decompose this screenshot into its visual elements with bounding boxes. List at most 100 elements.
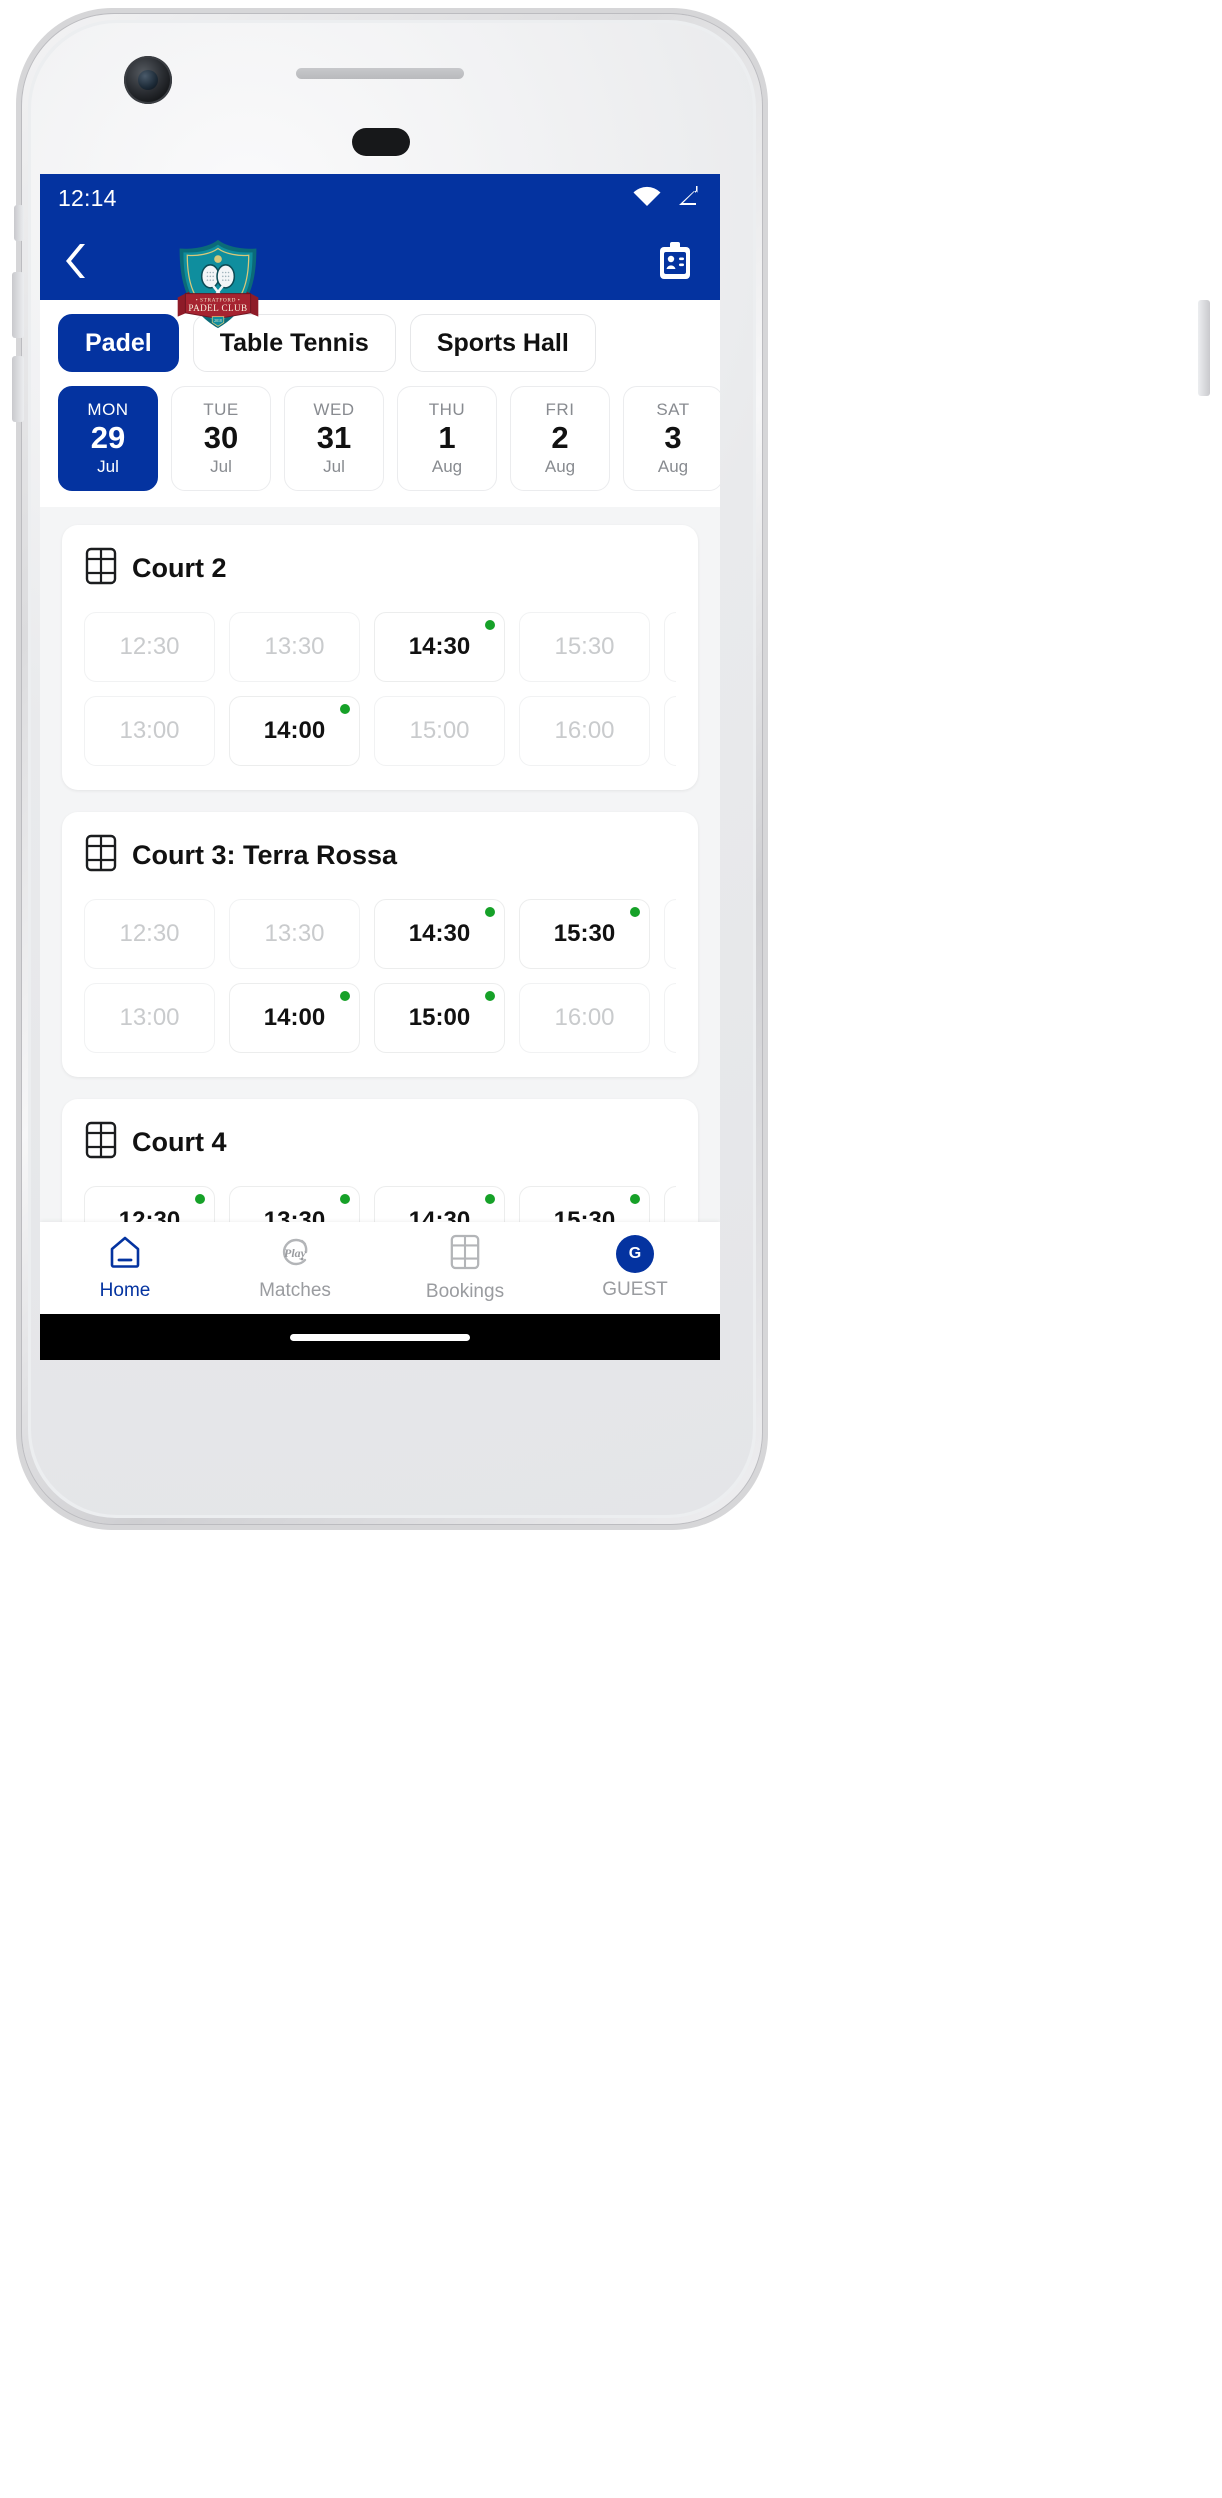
time-slot[interactable]: 16:00	[519, 696, 650, 766]
date-dow: MON	[87, 400, 129, 420]
date-day: 30	[203, 420, 239, 456]
time-slot[interactable]: 14:30	[374, 899, 505, 969]
avatar-initial: G	[628, 1245, 642, 1262]
date-cell-2[interactable]: WED 31 Jul	[284, 386, 384, 491]
time-slot[interactable]: 15:30	[519, 612, 650, 682]
bottom-navigation: Home Play Matches Bookings G GUEST	[40, 1222, 720, 1314]
date-day: 3	[664, 420, 682, 456]
court-card: Court 3: Terra Rossa 12:30 13:30 14:30 1…	[62, 812, 698, 1077]
slot-time: 15:00	[408, 1004, 471, 1031]
date-cell-5[interactable]: SAT 3 Aug	[623, 386, 720, 491]
time-slot[interactable]: 12:30	[84, 899, 215, 969]
availability-dot	[630, 1194, 640, 1204]
date-cell-0[interactable]: MON 29 Jul	[58, 386, 158, 491]
status-bar: 12:14	[40, 174, 720, 222]
slot-row: 12:30 13:30 14:30 15:30 16:30	[84, 612, 676, 682]
slot-time: 16:00	[554, 1004, 615, 1031]
phone-screen: 12:14 • STRATFORD • PADEL CLUB 2018 Pade…	[40, 174, 720, 1360]
nav-item-matches[interactable]: Play Matches	[210, 1235, 380, 1302]
slot-row: 13:00 14:00 15:00 16:00 17:00	[84, 983, 676, 1053]
svg-text:2018: 2018	[214, 319, 222, 323]
padel-court-icon	[84, 834, 118, 877]
home-indicator[interactable]	[290, 1333, 470, 1341]
nav-label-bookings: Bookings	[425, 1280, 505, 1302]
time-slot[interactable]: 14:30	[374, 612, 505, 682]
time-slot[interactable]: 15:00	[374, 696, 505, 766]
home-icon	[108, 1235, 142, 1274]
screenshot-root: 12:14 • STRATFORD • PADEL CLUB 2018 Pade…	[0, 0, 1222, 2498]
slot-time: 14:30	[408, 920, 471, 947]
svg-text:Play: Play	[284, 1246, 307, 1260]
time-slot[interactable]: 16:30	[664, 899, 676, 969]
filters-panel: Padel Table Tennis Sports Hall MON 29 Ju…	[40, 300, 720, 507]
slot-time: 13:30	[264, 920, 325, 947]
time-slot[interactable]: 13:30	[229, 899, 360, 969]
volume-up-button[interactable]	[12, 272, 24, 338]
back-button[interactable]	[58, 239, 94, 283]
time-slot[interactable]: 13:00	[84, 696, 215, 766]
date-month: Jul	[323, 456, 345, 476]
tab-padel[interactable]: Padel	[58, 314, 179, 372]
slot-row: 12:30 13:30 14:30 15:30 16:30	[84, 899, 676, 969]
date-day: 29	[90, 420, 126, 456]
date-dow: FRI	[545, 400, 575, 420]
signal-icon	[674, 184, 700, 213]
court-icon	[449, 1234, 481, 1275]
power-button[interactable]	[1198, 300, 1210, 396]
time-slot[interactable]: 12:30	[84, 612, 215, 682]
court-name: Court 4	[132, 1127, 227, 1157]
slot-time: 13:30	[264, 633, 325, 660]
contact-card-button[interactable]	[652, 238, 698, 284]
availability-dot	[195, 1194, 205, 1204]
nav-item-guest[interactable]: G GUEST	[550, 1235, 720, 1301]
volume-down-button[interactable]	[12, 356, 24, 422]
slot-time: 14:00	[263, 717, 326, 744]
time-slot[interactable]: 17:00	[664, 696, 676, 766]
slot-time: 13:00	[119, 1004, 180, 1031]
time-slot[interactable]: 14:00	[229, 696, 360, 766]
wifi-icon	[632, 185, 662, 212]
court-header: Court 3: Terra Rossa	[84, 834, 676, 877]
date-dow: WED	[313, 400, 355, 420]
contact-card-icon	[660, 242, 690, 279]
time-slot[interactable]: 15:00	[374, 983, 505, 1053]
date-cell-4[interactable]: FRI 2 Aug	[510, 386, 610, 491]
nav-label-matches: Matches	[259, 1279, 331, 1301]
time-slot[interactable]: 16:30	[664, 612, 676, 682]
date-month: Aug	[431, 456, 463, 476]
date-dow: SAT	[656, 400, 690, 420]
court-name: Court 2	[132, 553, 227, 583]
time-slot[interactable]: 17:00	[664, 983, 676, 1053]
time-slot[interactable]: 15:30	[519, 899, 650, 969]
time-slot[interactable]: 16:00	[519, 983, 650, 1053]
play-icon: Play	[278, 1235, 312, 1274]
time-slot[interactable]: 14:00	[229, 983, 360, 1053]
availability-dot	[485, 1194, 495, 1204]
time-slot[interactable]: 13:30	[229, 612, 360, 682]
time-slot[interactable]: 13:00	[84, 983, 215, 1053]
slot-time: 14:30	[408, 633, 471, 660]
front-camera-lens	[138, 70, 158, 90]
nav-item-home[interactable]: Home	[40, 1235, 210, 1302]
court-name: Court 3: Terra Rossa	[132, 840, 398, 870]
date-cell-3[interactable]: THU 1 Aug	[397, 386, 497, 491]
date-day: 2	[551, 420, 569, 456]
slot-row: 13:00 14:00 15:00 16:00 17:00	[84, 696, 676, 766]
slot-time: 15:30	[554, 633, 615, 660]
slot-grid: 12:30 13:30 14:30 15:30 16:30 13:00 14:0…	[84, 612, 676, 766]
slot-time: 16:00	[554, 717, 615, 744]
silent-switch[interactable]	[14, 205, 24, 241]
date-strip[interactable]: MON 29 Jul TUE 30 Jul WED 31 Jul THU 1 A…	[40, 372, 720, 507]
svg-text:PADEL CLUB: PADEL CLUB	[188, 303, 247, 313]
earpiece-speaker	[296, 68, 464, 79]
nav-label-guest: GUEST	[602, 1279, 668, 1300]
tab-sports-hall-label: Sports Hall	[436, 328, 569, 357]
padel-court-icon	[84, 547, 118, 590]
date-cell-1[interactable]: TUE 30 Jul	[171, 386, 271, 491]
nav-item-bookings[interactable]: Bookings	[380, 1234, 550, 1303]
date-dow: THU	[428, 400, 466, 420]
court-header: Court 4	[84, 1121, 676, 1164]
court-header: Court 2	[84, 547, 676, 590]
tab-sports-hall[interactable]: Sports Hall	[409, 314, 596, 372]
court-card: Court 2 12:30 13:30 14:30 15:30 16:30 13…	[62, 525, 698, 790]
